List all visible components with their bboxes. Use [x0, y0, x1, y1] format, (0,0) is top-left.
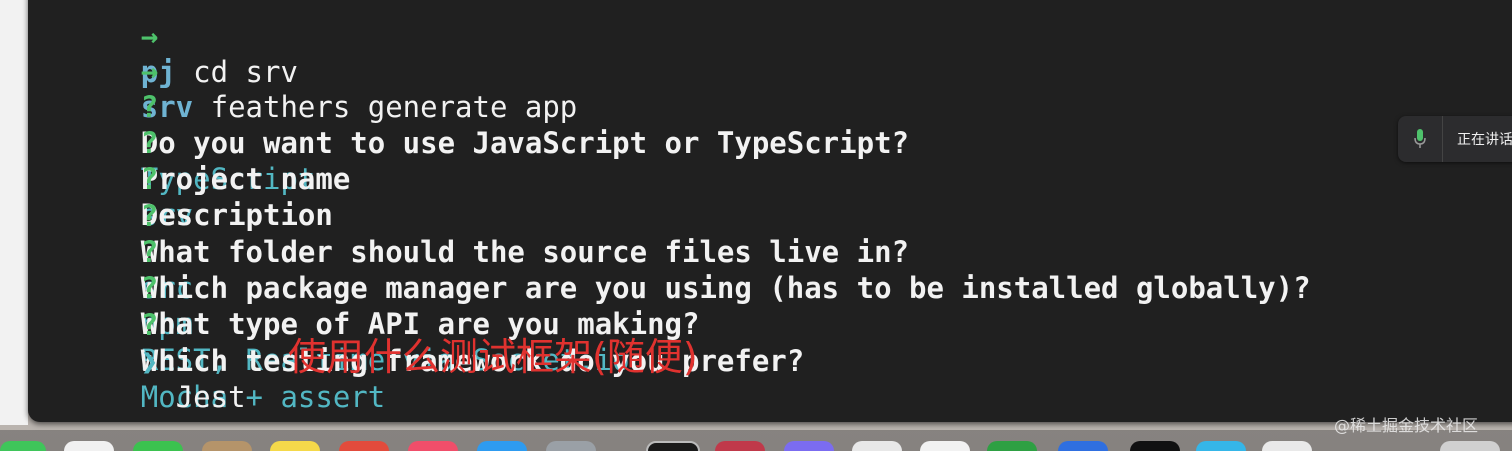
browser-app-icon[interactable]: [852, 441, 902, 451]
prompt-line: ? Do you want to use JavaScript or TypeS…: [36, 53, 909, 196]
terminal-line: → srv feathers generate app: [36, 17, 578, 124]
watermark: @稀土掘金技术社区: [1334, 416, 1479, 435]
speech-indicator[interactable]: 正在讲话: [1398, 116, 1512, 162]
music-app-icon[interactable]: [408, 441, 458, 451]
vscode-app-icon[interactable]: [1058, 441, 1108, 451]
finder-app-icon[interactable]: [1196, 441, 1246, 451]
stickies-app-icon[interactable]: [270, 441, 320, 451]
prompt-line: ? Description: [36, 125, 333, 232]
prompt-line: ? Which testing framework do you prefer?: [36, 271, 804, 378]
qq-app-icon[interactable]: [1130, 441, 1180, 451]
annotation-text: 使用什么测试框架(随便): [288, 335, 698, 379]
prompt-line: ? What folder should the source files li…: [36, 162, 909, 305]
option-item[interactable]: Jest: [36, 343, 246, 414]
speech-label: 正在讲话: [1457, 132, 1512, 148]
settings-app-icon[interactable]: [546, 441, 596, 451]
photos-app-icon[interactable]: [64, 441, 114, 451]
textedit-app-icon[interactable]: [920, 441, 970, 451]
terminal-window[interactable]: → pj cd srv → srv feathers generate app …: [28, 0, 1512, 422]
prompt-line: ? Project name srv: [36, 89, 351, 232]
facetime-app-icon[interactable]: [133, 441, 183, 451]
terminal-app-icon[interactable]: [646, 441, 700, 451]
notes-app-icon[interactable]: [202, 441, 252, 451]
option-label: Jest: [175, 380, 246, 414]
terminal-line: → pj cd srv: [36, 0, 298, 89]
preview-app-icon[interactable]: [715, 441, 765, 451]
window-edge: [0, 0, 28, 425]
desktop: → pj cd srv → srv feathers generate app …: [0, 0, 1512, 451]
launchpad-icon[interactable]: [1440, 441, 1500, 451]
messages-app-icon[interactable]: [0, 441, 46, 451]
editor-app-icon[interactable]: [987, 441, 1037, 451]
app-store-icon[interactable]: [477, 441, 527, 451]
calendar-app-icon[interactable]: [339, 441, 389, 451]
chat-app-icon[interactable]: [784, 441, 834, 451]
prompt-line: ? What type of API are you making? REST,…: [36, 234, 700, 377]
microphone-icon: [1398, 116, 1443, 162]
prompt-line: ? Which package manager are you using (h…: [36, 198, 1311, 341]
mail-app-icon[interactable]: [1262, 441, 1312, 451]
